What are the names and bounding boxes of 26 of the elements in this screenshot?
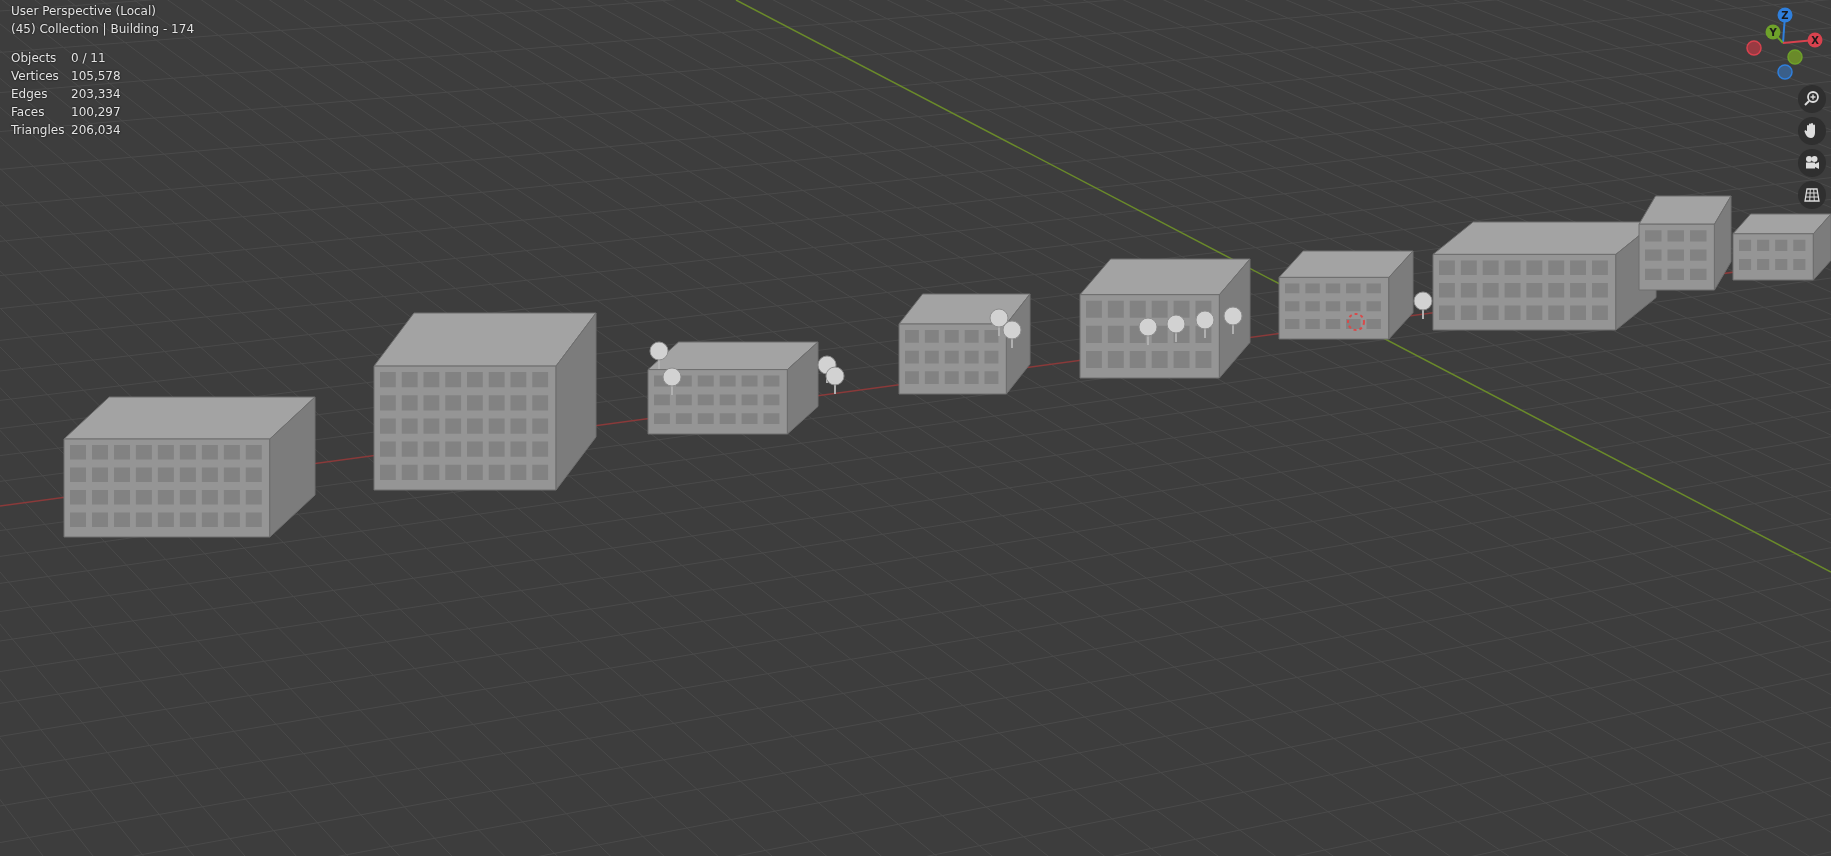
ortho-button[interactable] <box>1798 181 1826 209</box>
collection-label: (45) Collection | Building - 174 <box>11 21 195 38</box>
stat-value: 105,578 <box>71 68 122 85</box>
stat-value: 203,334 <box>71 86 122 103</box>
cursor-icon <box>1347 313 1365 331</box>
camera-button[interactable] <box>1798 149 1826 177</box>
zoom-button[interactable] <box>1798 85 1826 113</box>
axis-handle[interactable]: Z <box>1777 7 1793 23</box>
zoom-icon <box>1803 90 1821 108</box>
axis-handle[interactable]: X <box>1807 32 1823 48</box>
stat-label: Triangles <box>11 122 66 139</box>
grid-icon <box>1803 186 1821 204</box>
stat-label: Objects <box>11 50 58 67</box>
stat-value: 0 / 11 <box>71 50 107 67</box>
stat-value: 100,297 <box>71 104 122 121</box>
negative-axis-handle[interactable] <box>1777 64 1793 80</box>
camera-icon <box>1803 154 1821 172</box>
stat-label: Edges <box>11 86 49 103</box>
stat-value: 206,034 <box>71 122 122 139</box>
pan-button[interactable] <box>1798 117 1826 145</box>
negative-axis-handle[interactable] <box>1746 40 1762 56</box>
stat-label: Faces <box>11 104 46 121</box>
negative-axis-handle[interactable] <box>1787 49 1803 65</box>
stat-label: Vertices <box>11 68 60 85</box>
view-title: User Perspective (Local) <box>11 3 156 20</box>
axis-handle[interactable]: Y <box>1765 24 1781 40</box>
